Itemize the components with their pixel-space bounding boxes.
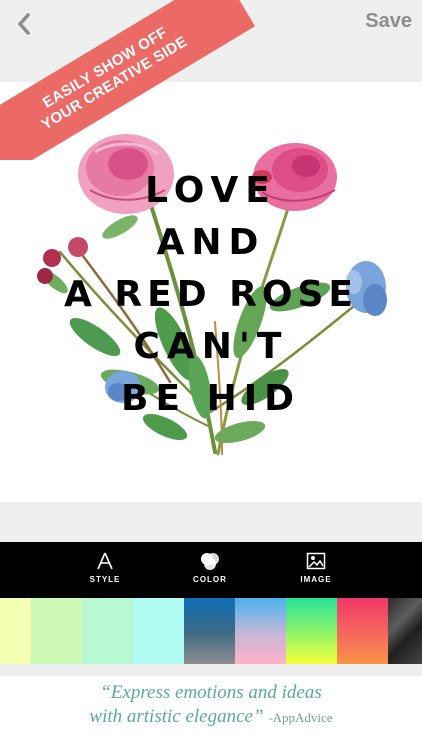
poem-line-5: BE HID	[121, 378, 301, 419]
swatch-blue-pink-gradient[interactable]	[235, 598, 286, 664]
style-label: STYLE	[89, 575, 121, 584]
swatch-blue-gray-gradient[interactable]	[184, 598, 235, 664]
quote-line-2: with artistic elegance” -AppAdvice	[0, 705, 422, 730]
color-label: COLOR	[193, 575, 227, 584]
back-button[interactable]	[10, 8, 38, 40]
swatch-green-yellow-gradient[interactable]	[286, 598, 337, 664]
color-swatches	[0, 598, 422, 664]
save-button[interactable]: Save	[365, 10, 412, 33]
top-bar: Save	[0, 0, 422, 82]
artwork-canvas[interactable]: LOVE AND A RED ROSE CAN'T BE HID	[0, 82, 422, 502]
image-tab[interactable]: IMAGE	[281, 552, 351, 584]
artwork: LOVE AND A RED ROSE CAN'T BE HID	[37, 134, 387, 456]
swatch-pale-cyan[interactable]	[133, 598, 184, 664]
quote-attribution: -AppAdvice	[268, 710, 333, 725]
canvas-footer-space	[0, 502, 422, 542]
swatch-pale-yellow[interactable]	[0, 598, 31, 664]
color-tab[interactable]: COLOR	[175, 552, 245, 584]
color-circles-icon	[201, 553, 219, 570]
quote-line-2-text: with artistic elegance”	[89, 706, 264, 727]
poem-line-3: A RED ROSE	[64, 274, 358, 315]
review-quote: “Express emotions and ideas with artisti…	[0, 681, 422, 730]
edit-toolbar: STYLE COLOR IMAGE	[0, 542, 422, 598]
image-label: IMAGE	[300, 575, 332, 584]
letter-a-icon	[97, 552, 113, 570]
image-icon	[306, 552, 326, 570]
bottom-divider	[0, 664, 422, 676]
poem-line-1: LOVE	[145, 170, 277, 211]
swatch-mint[interactable]	[82, 598, 133, 664]
style-tab[interactable]: STYLE	[70, 552, 140, 584]
poem-line-2: AND	[157, 222, 266, 263]
quote-line-1: “Express emotions and ideas	[100, 682, 322, 703]
poem-line-4: CAN'T	[134, 326, 289, 367]
swatch-pale-green[interactable]	[31, 598, 82, 664]
swatch-red-orange-gradient[interactable]	[337, 598, 388, 664]
swatch-black-marble[interactable]	[388, 598, 422, 664]
chevron-left-icon	[18, 13, 30, 35]
